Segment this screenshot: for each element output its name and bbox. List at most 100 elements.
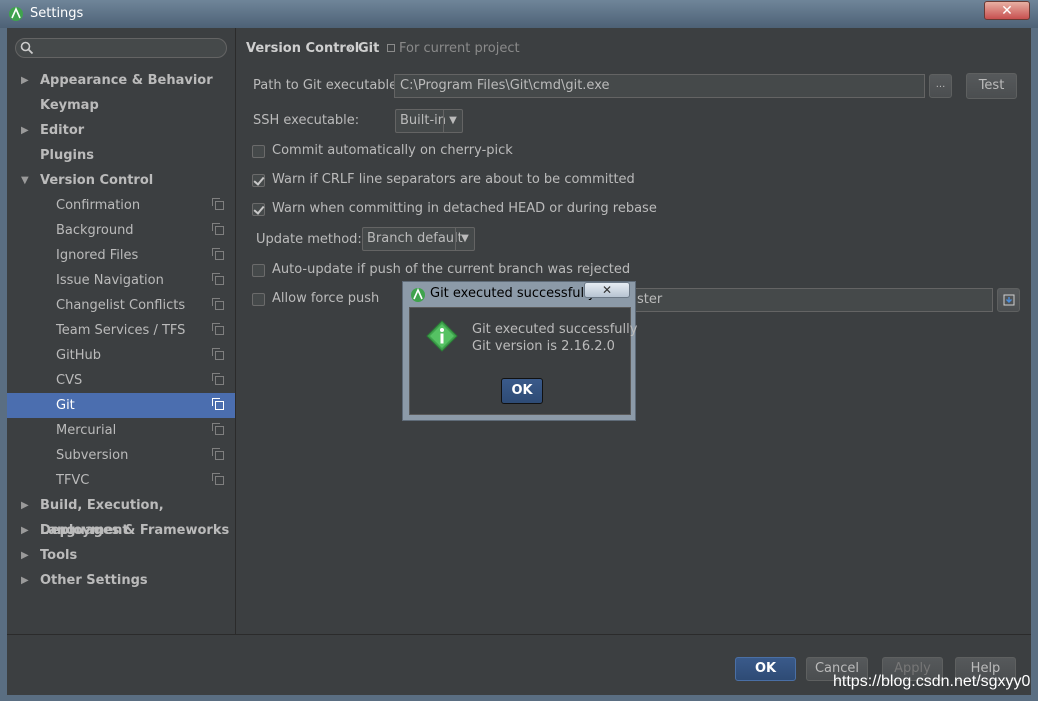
- sidebar-item-keymap[interactable]: Keymap: [7, 93, 235, 118]
- dialog-close-button[interactable]: ✕: [584, 282, 630, 298]
- sidebar-item-version-control[interactable]: ▼ Version Control: [7, 168, 235, 193]
- detached-head-checkbox[interactable]: [252, 203, 265, 216]
- sidebar-item-changelist-conflicts[interactable]: Changelist Conflicts: [7, 293, 235, 318]
- sidebar-item-issue-navigation[interactable]: Issue Navigation: [7, 268, 235, 293]
- sidebar-item-cvs[interactable]: CVS: [7, 368, 235, 393]
- android-studio-icon: [411, 288, 425, 302]
- sidebar-item-label: Version Control: [40, 173, 154, 188]
- chevron-right-icon[interactable]: ▶: [21, 493, 29, 518]
- sidebar-item-label: Confirmation: [56, 198, 141, 213]
- sidebar-item-label: Appearance & Behavior: [40, 73, 213, 88]
- project-scope-icon: [212, 223, 224, 235]
- sidebar-item-label: Keymap: [40, 98, 99, 113]
- settings-search-input[interactable]: [15, 38, 227, 58]
- sidebar-item-confirmation[interactable]: Confirmation: [7, 193, 235, 218]
- sidebar-item-ignored-files[interactable]: Ignored Files: [7, 243, 235, 268]
- chevron-down-icon[interactable]: ▼: [21, 168, 29, 193]
- update-method-select[interactable]: Branch default ▼: [362, 227, 475, 251]
- android-studio-icon: [9, 7, 23, 21]
- sidebar-item-label: GitHub: [56, 348, 102, 363]
- sidebar-item-plugins[interactable]: Plugins: [7, 143, 235, 168]
- ok-button[interactable]: OK: [735, 657, 796, 681]
- sidebar-item-label: Ignored Files: [56, 248, 139, 263]
- update-method-label: Update method:: [256, 232, 362, 247]
- project-scope-icon: [387, 44, 395, 52]
- sidebar-item-label: Languages & Frameworks: [40, 523, 230, 538]
- breadcrumb-version-control: Version Control: [246, 41, 360, 56]
- sidebar-item-appearance-behavior[interactable]: ▶ Appearance & Behavior: [7, 68, 235, 93]
- sidebar-item-mercurial[interactable]: Mercurial: [7, 418, 235, 443]
- breadcrumb-separator: ›: [347, 41, 353, 56]
- sidebar-item-git[interactable]: Git: [7, 393, 235, 418]
- cherry-pick-checkbox[interactable]: [252, 145, 265, 158]
- search-icon: [20, 41, 34, 55]
- auto-update-label: Auto-update if push of the current branc…: [272, 262, 631, 277]
- sidebar-item-github[interactable]: GitHub: [7, 343, 235, 368]
- breadcrumb-scope: For current project: [399, 41, 520, 56]
- project-scope-icon: [212, 423, 224, 435]
- sidebar-item-tools[interactable]: ▶ Tools: [7, 543, 235, 568]
- breadcrumb-git: Git: [358, 41, 380, 56]
- chevron-right-icon[interactable]: ▶: [21, 118, 29, 143]
- sidebar-item-tfvc[interactable]: TFVC: [7, 468, 235, 493]
- dialog-title: Git executed successfully: [430, 286, 596, 301]
- git-path-input[interactable]: C:\Program Files\Git\cmd\git.exe: [394, 74, 925, 98]
- window-close-button[interactable]: ✕: [984, 1, 1030, 20]
- update-method-value: Branch default: [367, 231, 463, 246]
- protected-branches-input[interactable]: ster: [631, 288, 993, 312]
- sidebar-item-label: Mercurial: [56, 423, 117, 438]
- browse-button[interactable]: ...: [929, 74, 952, 98]
- sidebar-item-background[interactable]: Background: [7, 218, 235, 243]
- sidebar-item-other-settings[interactable]: ▶ Other Settings: [7, 568, 235, 593]
- sidebar-item-editor[interactable]: ▶ Editor: [7, 118, 235, 143]
- auto-update-checkbox[interactable]: [252, 264, 265, 277]
- chevron-down-icon: ▼: [443, 110, 462, 132]
- window-title: Settings: [30, 6, 84, 21]
- sidebar-item-label: Git: [56, 398, 75, 413]
- sidebar-item-label: Team Services / TFS: [56, 323, 186, 338]
- crlf-warning-checkbox[interactable]: [252, 174, 265, 187]
- force-push-checkbox[interactable]: [252, 293, 265, 306]
- chevron-right-icon[interactable]: ▶: [21, 518, 29, 543]
- sidebar-item-label: Subversion: [56, 448, 129, 463]
- project-scope-icon: [212, 473, 224, 485]
- dialog-body: Git executed successfully Git version is…: [409, 307, 637, 415]
- project-scope-icon: [212, 248, 224, 260]
- sidebar-item-label: Plugins: [40, 148, 94, 163]
- crlf-warning-label: Warn if CRLF line separators are about t…: [272, 172, 635, 187]
- detached-head-label: Warn when committing in detached HEAD or…: [272, 201, 657, 216]
- sidebar-item-build-execution-deployment[interactable]: ▶ Build, Execution, Deployment: [7, 493, 235, 538]
- project-scope-icon: [212, 398, 224, 410]
- project-scope-icon: [212, 373, 224, 385]
- sidebar-item-team-services-tfs[interactable]: Team Services / TFS: [7, 318, 235, 343]
- sidebar-item-label: TFVC: [56, 473, 90, 488]
- info-diamond-icon: [426, 320, 458, 352]
- force-push-label: Allow force push: [272, 291, 380, 306]
- test-button[interactable]: Test: [966, 73, 1017, 99]
- title-bar: Settings ✕: [0, 0, 1038, 28]
- git-success-dialog: Git executed successfully ✕ Git executed…: [402, 281, 637, 421]
- sidebar-item-label: Background: [56, 223, 134, 238]
- project-scope-icon: [212, 273, 224, 285]
- chevron-right-icon[interactable]: ▶: [21, 568, 29, 593]
- sidebar-item-label: Tools: [40, 548, 78, 563]
- settings-sidebar: ▶ Appearance & Behavior Keymap ▶ Editor Plugi…: [7, 28, 236, 634]
- chevron-right-icon[interactable]: ▶: [21, 543, 29, 568]
- ssh-executable-label: SSH executable:: [253, 113, 360, 128]
- sidebar-item-label: Changelist Conflicts: [56, 298, 186, 313]
- sidebar-item-label: CVS: [56, 373, 83, 388]
- expand-icon: [1003, 294, 1014, 306]
- sidebar-item-languages-frameworks[interactable]: ▶ Languages & Frameworks: [7, 518, 235, 543]
- cherry-pick-label: Commit automatically on cherry-pick: [272, 143, 513, 158]
- expand-field-button[interactable]: [997, 288, 1020, 312]
- dialog-ok-button[interactable]: OK: [501, 378, 543, 404]
- dialog-message-line2: Git version is 2.16.2.0: [472, 339, 615, 354]
- project-scope-icon: [212, 348, 224, 360]
- project-scope-icon: [212, 448, 224, 460]
- watermark-text: https://blog.csdn.net/sgxyy0: [833, 673, 1031, 690]
- protected-branches-value: ster: [637, 292, 663, 307]
- chevron-right-icon[interactable]: ▶: [21, 68, 29, 93]
- settings-tree: ▶ Appearance & Behavior Keymap ▶ Editor Plugi…: [7, 68, 235, 593]
- ssh-executable-select[interactable]: Built-in ▼: [395, 109, 463, 133]
- sidebar-item-subversion[interactable]: Subversion: [7, 443, 235, 468]
